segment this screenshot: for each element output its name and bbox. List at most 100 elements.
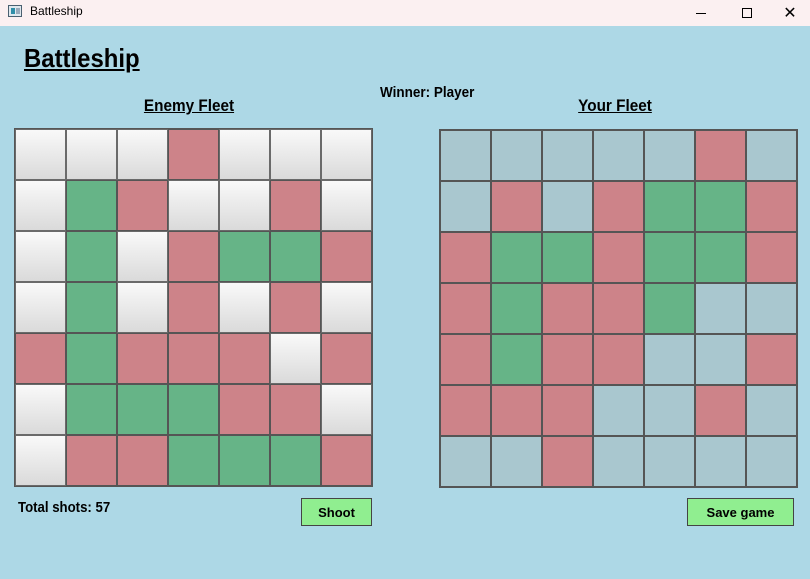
enemy-cell-hit[interactable] [219,231,270,282]
enemy-cell-miss[interactable] [219,333,270,384]
your-cell-hit [491,283,542,334]
enemy-cell-unknown[interactable] [219,180,270,231]
enemy-cell-unknown[interactable] [15,180,66,231]
enemy-cell-unknown[interactable] [15,231,66,282]
enemy-cell-miss[interactable] [270,282,321,333]
your-cell-water [746,385,797,436]
enemy-cell-hit[interactable] [66,333,117,384]
enemy-cell-miss[interactable] [270,180,321,231]
enemy-cell-unknown[interactable] [117,282,168,333]
save-game-button[interactable]: Save game [687,498,794,526]
enemy-grid [14,128,373,487]
enemy-cell-miss[interactable] [168,282,219,333]
enemy-cell-unknown[interactable] [168,180,219,231]
shoot-button[interactable]: Shoot [301,498,372,526]
enemy-cell-miss[interactable] [117,435,168,486]
enemy-cell-unknown[interactable] [321,384,372,435]
enemy-cell-miss[interactable] [15,333,66,384]
enemy-cell-unknown[interactable] [270,129,321,180]
your-cell-water [695,334,746,385]
enemy-cell-miss[interactable] [168,129,219,180]
enemy-cell-unknown[interactable] [219,129,270,180]
maximize-icon [742,8,752,18]
enemy-cell-miss[interactable] [219,384,270,435]
enemy-cell-unknown[interactable] [15,384,66,435]
total-shots: Total shots: 57 [18,499,111,516]
enemy-cell-hit[interactable] [168,435,219,486]
your-cell-water [593,385,644,436]
enemy-cell-miss[interactable] [270,384,321,435]
enemy-cell-miss[interactable] [66,435,117,486]
enemy-cell-unknown[interactable] [270,333,321,384]
your-cell-miss [593,181,644,232]
enemy-cell-hit[interactable] [66,282,117,333]
your-cell-water [644,385,695,436]
enemy-cell-hit[interactable] [117,384,168,435]
enemy-cell-hit[interactable] [66,180,117,231]
your-cell-water [644,130,695,181]
your-cell-miss [440,283,491,334]
your-cell-hit [644,232,695,283]
enemy-cell-unknown[interactable] [219,282,270,333]
your-cell-miss [542,436,593,487]
close-icon: ✕ [783,5,797,22]
enemy-cell-hit[interactable] [219,435,270,486]
enemy-cell-miss[interactable] [321,435,372,486]
your-cell-miss [440,385,491,436]
enemy-cell-unknown[interactable] [321,129,372,180]
minimize-button[interactable] [678,0,724,26]
page-title: Battleship [24,43,140,73]
enemy-cell-hit[interactable] [168,384,219,435]
your-grid [439,129,798,488]
your-cell-water [491,436,542,487]
your-cell-water [593,436,644,487]
enemy-cell-hit[interactable] [66,384,117,435]
your-fleet-label: Your Fleet [578,96,652,115]
close-button[interactable]: ✕ [770,0,810,26]
enemy-cell-miss[interactable] [168,333,219,384]
app-icon [8,5,22,17]
your-cell-hit [491,232,542,283]
your-cell-miss [542,283,593,334]
enemy-cell-unknown[interactable] [15,129,66,180]
enemy-cell-miss[interactable] [321,333,372,384]
your-cell-hit [644,181,695,232]
your-cell-water [542,130,593,181]
enemy-cell-unknown[interactable] [321,180,372,231]
winner-text: Winner: Player [380,84,475,101]
minimize-icon [696,12,706,14]
your-cell-water [542,181,593,232]
your-cell-water [695,283,746,334]
your-cell-water [440,436,491,487]
your-cell-water [746,130,797,181]
your-cell-miss [746,181,797,232]
your-cell-miss [593,232,644,283]
enemy-cell-miss[interactable] [117,333,168,384]
your-cell-miss [440,232,491,283]
enemy-cell-unknown[interactable] [117,231,168,282]
enemy-cell-miss[interactable] [321,231,372,282]
your-cell-miss [746,334,797,385]
enemy-cell-unknown[interactable] [15,435,66,486]
enemy-cell-unknown[interactable] [321,282,372,333]
enemy-cell-unknown[interactable] [117,129,168,180]
your-cell-hit [695,232,746,283]
enemy-fleet-label: Enemy Fleet [143,96,235,115]
your-cell-hit [542,232,593,283]
enemy-cell-miss[interactable] [117,180,168,231]
enemy-cell-hit[interactable] [270,231,321,282]
your-cell-water [644,436,695,487]
your-cell-water [440,130,491,181]
enemy-cell-unknown[interactable] [66,129,117,180]
enemy-cell-hit[interactable] [270,435,321,486]
your-cell-miss [593,334,644,385]
your-cell-miss [542,334,593,385]
window-title: Battleship [30,4,83,18]
enemy-cell-miss[interactable] [168,231,219,282]
your-cell-water [746,436,797,487]
enemy-cell-unknown[interactable] [15,282,66,333]
your-cell-miss [440,334,491,385]
enemy-cell-hit[interactable] [66,231,117,282]
maximize-button[interactable] [724,0,770,26]
your-cell-miss [746,232,797,283]
